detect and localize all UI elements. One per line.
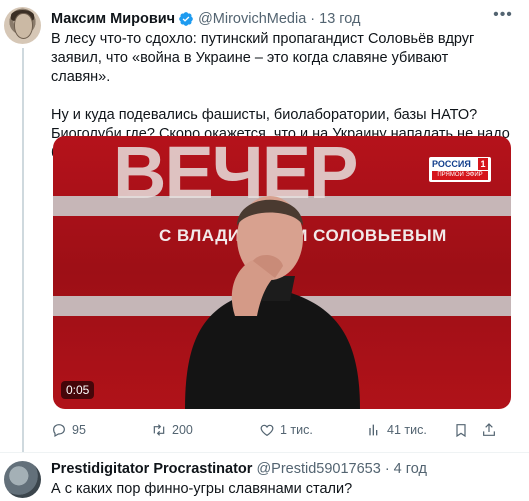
video-duration: 0:05 [61,381,95,399]
reply-author-handle[interactable]: @Prestid59017653 [256,461,380,477]
share-button[interactable] [481,422,502,438]
views-button[interactable]: 41 тис. [366,422,427,438]
like-button[interactable]: 1 тис. [259,422,313,438]
post-time[interactable]: 13 год [319,11,360,27]
views-count: 41 тис. [387,423,427,437]
channel-live: ПРЯМОЙ ЭФИР [432,171,488,180]
separator-dot: · [384,461,390,477]
verified-badge-icon [179,12,193,26]
reply-icon [53,424,65,438]
reply-header: Prestidigitator Procrastinator @Prestid5… [51,461,427,477]
bookmark-icon [456,424,466,438]
video-presenter [185,196,360,409]
like-count: 1 тис. [280,423,313,437]
more-icon[interactable]: ••• [493,7,513,26]
reply-author-avatar[interactable] [4,461,41,498]
reply-count: 95 [72,423,86,437]
thread-line [22,48,24,452]
reply-text: А с каких пор финно-угры славянами стали… [51,481,353,497]
author-avatar[interactable] [4,7,41,44]
video-player[interactable]: ВЕЧЕР С ВЛАДИМИРОМ СОЛОВЬЕВЫМ РОССИЯ 1 П… [53,136,511,409]
reply-time[interactable]: 4 год [394,461,427,477]
author-name[interactable]: Максим Мирович [51,11,175,27]
channel-logo: РОССИЯ 1 ПРЯМОЙ ЭФИР [429,157,491,182]
reply-button[interactable]: 95 [51,422,86,438]
reply-tweet[interactable]: Prestidigitator Procrastinator @Prestid5… [0,453,529,501]
separator-dot: · [310,11,316,27]
tweet-header: Максим Мирович @MirovichMedia · 13 год [51,9,360,29]
views-icon [369,424,378,436]
like-icon [260,424,274,437]
author-handle[interactable]: @MirovichMedia [198,11,306,27]
repost-button[interactable]: 200 [151,422,193,438]
reply-author-name[interactable]: Prestidigitator Procrastinator [51,461,252,477]
action-bar: 95 200 1 тис. 41 тис. [51,422,511,442]
repost-icon [153,424,165,436]
share-icon [483,423,495,436]
tweet[interactable]: Максим Мирович @MirovichMedia · 13 год •… [0,0,529,452]
repost-count: 200 [172,423,193,437]
bookmark-button[interactable] [453,422,474,438]
tweet-paragraph: В лесу что-то сдохло: путинский пропаган… [51,31,475,85]
avatar-face [14,13,33,39]
channel-name: РОССИЯ [432,159,471,169]
channel-number: 1 [478,158,488,170]
